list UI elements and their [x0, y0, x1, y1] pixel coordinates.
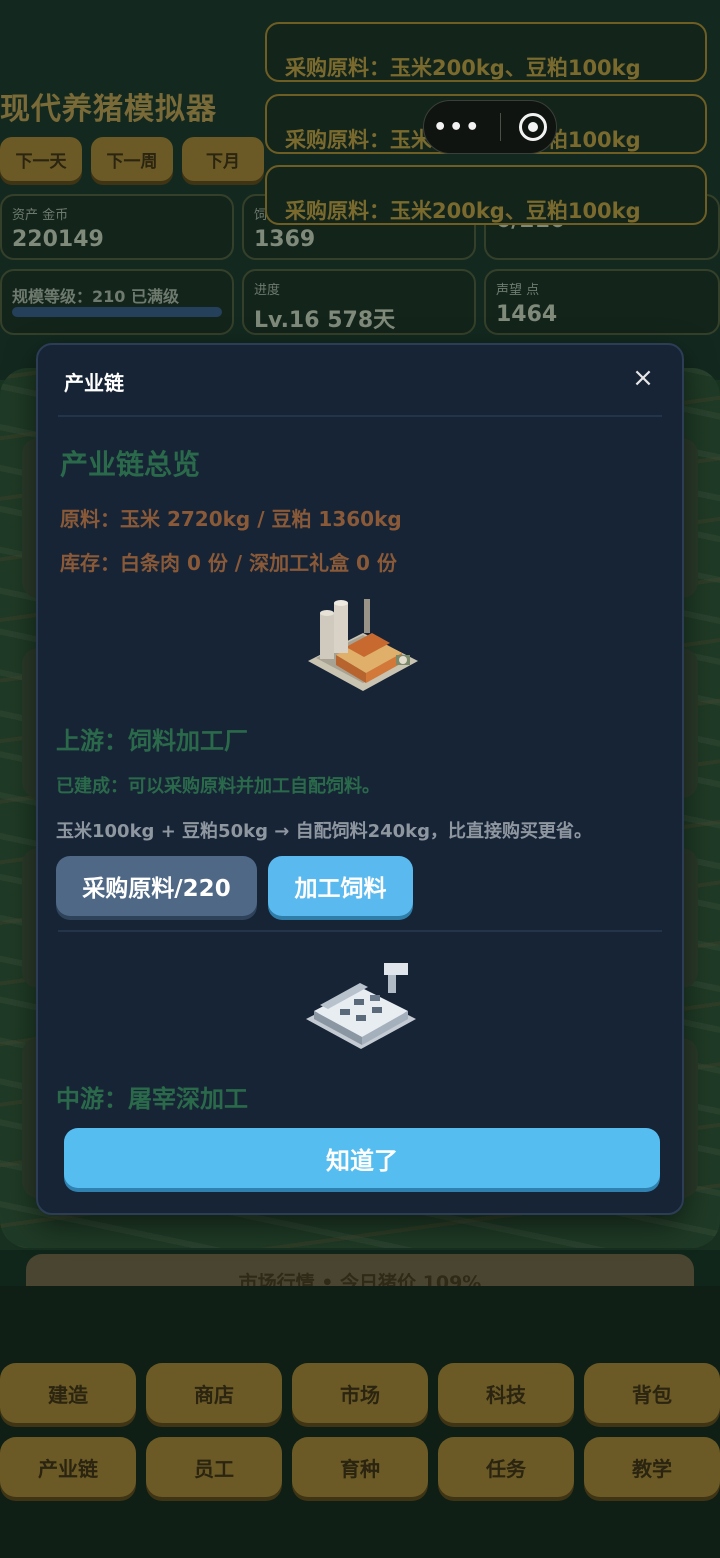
assets-value: 220149	[12, 227, 104, 252]
section-divider	[58, 930, 662, 932]
purchase-toast: 采购原料：玉米200kg、豆粕100kg	[265, 22, 707, 82]
assets-stat: 资产 金币 220149	[0, 194, 234, 260]
nav-tasks-button[interactable]: 任务	[438, 1437, 574, 1497]
raw-materials-text: 原料：玉米 2720kg / 豆粕 1360kg	[60, 507, 402, 531]
modal-title: 产业链	[64, 371, 124, 395]
overview-title: 产业链总览	[60, 448, 201, 481]
progress-stat: 进度 Lv.16 578天	[242, 269, 476, 335]
next-day-button[interactable]: 下一天	[0, 137, 82, 181]
nav-breeding-button[interactable]: 育种	[292, 1437, 428, 1497]
game-title: 现代养猪模拟器	[0, 92, 217, 127]
assets-label: 资产 金币	[12, 208, 69, 223]
nav-tech-button[interactable]: 科技	[438, 1363, 574, 1423]
scale-progress-bar	[12, 307, 222, 317]
feed-value: 1369	[254, 227, 316, 252]
process-feed-button[interactable]: 加工饲料	[268, 856, 413, 916]
industry-chain-modal: 产业链 × 产业链总览 原料：玉米 2720kg / 豆粕 1360kg 库存：…	[36, 343, 684, 1215]
processing-plant-icon	[306, 963, 416, 1049]
close-icon[interactable]: ×	[630, 365, 656, 391]
upstream-desc-text: 玉米100kg + 豆粕50kg → 自配饲料240kg，比直接购买更省。	[56, 821, 592, 842]
scale-stat: 规模等级：210 已满级	[0, 269, 234, 335]
purchase-toast: 采购原料：玉米200kg、豆粕100kg	[265, 165, 707, 225]
next-month-button[interactable]: 下月	[182, 137, 264, 181]
more-dots-icon[interactable]: •••	[433, 115, 481, 140]
target-icon[interactable]	[518, 113, 547, 141]
progress-value: Lv.16 578天	[254, 308, 396, 333]
nav-staff-button[interactable]: 员工	[146, 1437, 282, 1497]
stock-text: 库存：白条肉 0 份 / 深加工礼盒 0 份	[60, 551, 397, 575]
upstream-title: 上游：饲料加工厂	[56, 727, 248, 755]
capsule-divider	[499, 113, 501, 141]
feed-factory-icon	[308, 599, 418, 691]
got-it-button[interactable]: 知道了	[64, 1128, 660, 1188]
header-divider	[58, 415, 662, 417]
nav-chain-button[interactable]: 产业链	[0, 1437, 136, 1497]
upstream-built-text: 已建成：可以采购原料并加工自配饲料。	[56, 776, 380, 797]
midstream-title: 中游：屠宰深加工	[56, 1085, 248, 1113]
progress-label: 进度	[254, 283, 281, 298]
nav-bag-button[interactable]: 背包	[584, 1363, 720, 1423]
reputation-value: 1464	[496, 302, 558, 327]
miniprogram-capsule: •••	[423, 100, 557, 154]
nav-build-button[interactable]: 建造	[0, 1363, 136, 1423]
nav-tutorial-button[interactable]: 教学	[584, 1437, 720, 1497]
next-week-button[interactable]: 下一周	[91, 137, 173, 181]
scale-label: 规模等级：210 已满级	[12, 287, 179, 306]
reputation-stat: 声望 点 1464	[484, 269, 720, 335]
nav-shop-button[interactable]: 商店	[146, 1363, 282, 1423]
buy-materials-button[interactable]: 采购原料/220	[56, 856, 257, 916]
reputation-label: 声望 点	[496, 283, 540, 298]
nav-market-button[interactable]: 市场	[292, 1363, 428, 1423]
